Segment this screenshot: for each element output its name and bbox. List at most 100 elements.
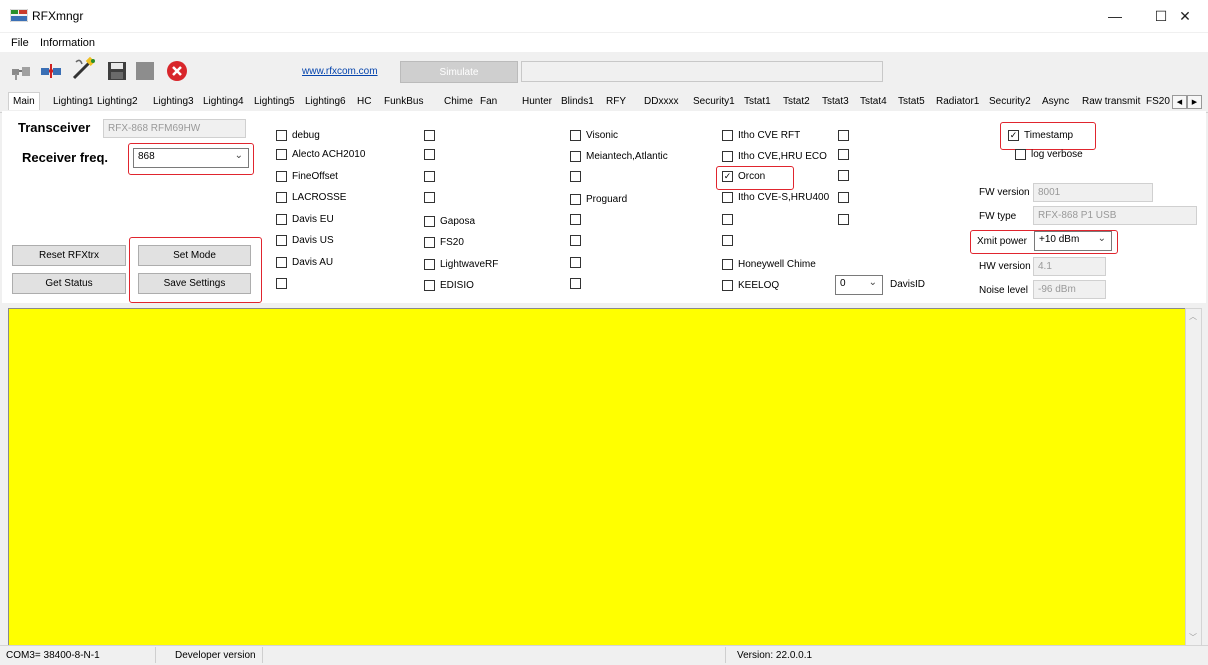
protocol-checkbox[interactable] [570,171,586,182]
tab-main[interactable]: Main [8,92,40,110]
menu-file[interactable]: File [11,37,29,49]
protocol-checkbox[interactable] [276,278,292,289]
tab-lighting1[interactable]: Lighting1 [53,96,94,107]
tab-lighting3[interactable]: Lighting3 [153,96,194,107]
tab-blinds1[interactable]: Blinds1 [561,96,594,107]
protocol-checkbox[interactable] [838,214,854,225]
title-bar [0,0,1208,32]
protocol-checkbox[interactable]: Davis AU [276,257,333,268]
protocol-checkbox[interactable] [722,214,738,225]
protocol-checkbox[interactable] [424,149,440,160]
protocol-checkbox[interactable] [570,278,586,289]
protocol-checkbox[interactable] [838,149,854,160]
orcon-checkbox[interactable]: ✓ Orcon [722,171,765,182]
simulate-button[interactable]: Simulate [400,61,518,83]
protocol-checkbox[interactable]: Meiantech,Atlantic [570,151,668,162]
tab-lighting4[interactable]: Lighting4 [203,96,244,107]
scroll-down-icon[interactable]: ﹀ [1189,632,1197,643]
tab-async[interactable]: Async [1042,96,1069,107]
protocol-checkbox[interactable]: Proguard [570,194,627,205]
tab-tstat5[interactable]: Tstat5 [898,96,925,107]
minimize-button[interactable]: — [1092,0,1138,32]
stop-icon[interactable] [134,60,156,82]
tab-raw-transmit[interactable]: Raw transmit [1082,96,1140,107]
tab-lighting5[interactable]: Lighting5 [254,96,295,107]
protocol-checkbox[interactable]: Honeywell Chime [722,259,816,270]
tab-security1[interactable]: Security1 [693,96,735,107]
tools-icon[interactable] [70,56,98,82]
protocol-checkbox[interactable] [570,235,586,246]
protocol-checkbox[interactable]: EDISIO [424,280,474,291]
davis-id-select[interactable]: 0 ⌄ [835,275,883,295]
tab-tstat3[interactable]: Tstat3 [822,96,849,107]
tab-lighting2[interactable]: Lighting2 [97,96,138,107]
tab-scroll-left-icon[interactable]: ◀ [1172,95,1187,109]
tab-scroll-arrows[interactable]: ◀ ▶ [1172,95,1202,109]
log-scrollbar[interactable]: ︿ ﹀ [1185,308,1202,646]
transceiver-field: RFX-868 RFM69HW [103,119,246,138]
protocol-checkbox[interactable] [838,130,854,141]
tab-radiator1[interactable]: Radiator1 [936,96,979,107]
scroll-up-icon[interactable]: ︿ [1189,311,1197,322]
protocol-checkbox[interactable]: Davis US [276,235,334,246]
save-settings-button[interactable]: Save Settings [138,273,251,294]
tab-tstat4[interactable]: Tstat4 [860,96,887,107]
protocol-checkbox[interactable]: LACROSSE [276,192,346,203]
tab-hc[interactable]: HC [357,96,371,107]
log-output[interactable] [8,308,1187,646]
protocol-checkbox[interactable]: Itho CVE RFT [722,130,800,141]
tab-fan[interactable]: Fan [480,96,497,107]
protocol-checkbox[interactable] [424,130,440,141]
set-mode-button[interactable]: Set Mode [138,245,251,266]
save-disk-icon[interactable] [106,60,128,82]
exit-icon[interactable] [166,60,188,82]
receiver-freq-select[interactable]: 868 ⌄ [133,148,249,168]
fw-version-field: 8001 [1033,183,1153,202]
protocol-checkbox[interactable]: KEELOQ [722,280,779,291]
protocol-checkbox[interactable]: Visonic [570,130,618,141]
protocol-checkbox[interactable]: Gaposa [424,216,475,227]
tab-lighting6[interactable]: Lighting6 [305,96,346,107]
tab-hunter[interactable]: Hunter [522,96,552,107]
protocol-checkbox[interactable]: Alecto ACH2010 [276,149,365,160]
tab-scroll-right-icon[interactable]: ▶ [1187,95,1202,109]
protocol-checkbox[interactable] [838,170,854,181]
protocol-checkbox[interactable]: FineOffset [276,171,338,182]
protocol-checkbox[interactable]: Itho CVE-S,HRU400 [722,192,829,203]
tab-security2[interactable]: Security2 [989,96,1031,107]
tab-rfy[interactable]: RFY [606,96,626,107]
close-button[interactable]: ✕ [1162,0,1208,32]
tab-tstat2[interactable]: Tstat2 [783,96,810,107]
protocol-checkbox[interactable]: debug [276,130,320,141]
protocol-checkbox[interactable]: LightwaveRF [424,259,498,270]
chevron-down-icon: ⌄ [868,277,877,288]
protocol-checkbox[interactable]: Davis EU [276,214,334,225]
menu-information[interactable]: Information [40,37,95,49]
checkmark-icon: ✓ [722,171,733,182]
xmit-power-label: Xmit power [977,236,1028,247]
status-separator [262,647,263,663]
log-verbose-checkbox[interactable]: log verbose [1015,149,1083,160]
reset-rfxtrx-button[interactable]: Reset RFXtrx [12,245,126,266]
tab-fs20[interactable]: FS20 [1146,96,1170,107]
protocol-checkbox[interactable] [424,171,440,182]
protocol-checkbox[interactable]: FS20 [424,237,464,248]
get-status-button[interactable]: Get Status [12,273,126,294]
tab-tstat1[interactable]: Tstat1 [744,96,771,107]
tab-funkbus[interactable]: FunkBus [384,96,423,107]
timestamp-checkbox[interactable]: ✓ Timestamp [1008,130,1073,141]
rfxcom-link[interactable]: www.rfxcom.com [302,66,378,77]
disconnect-plug-icon[interactable] [10,60,32,82]
tab-ddxxxx[interactable]: DDxxxx [644,96,678,107]
receiver-freq-label: Receiver freq. [22,150,108,165]
protocol-checkbox[interactable] [424,192,440,203]
tab-chime[interactable]: Chime [444,96,473,107]
protocol-checkbox[interactable] [570,257,586,268]
menu-bar [0,33,1208,52]
protocol-checkbox[interactable] [722,235,738,246]
protocol-checkbox[interactable] [570,214,586,225]
connect-plug-icon[interactable] [40,60,62,82]
xmit-power-select[interactable]: +10 dBm ⌄ [1034,231,1112,251]
protocol-checkbox[interactable] [838,192,854,203]
protocol-checkbox[interactable]: Itho CVE,HRU ECO [722,151,827,162]
